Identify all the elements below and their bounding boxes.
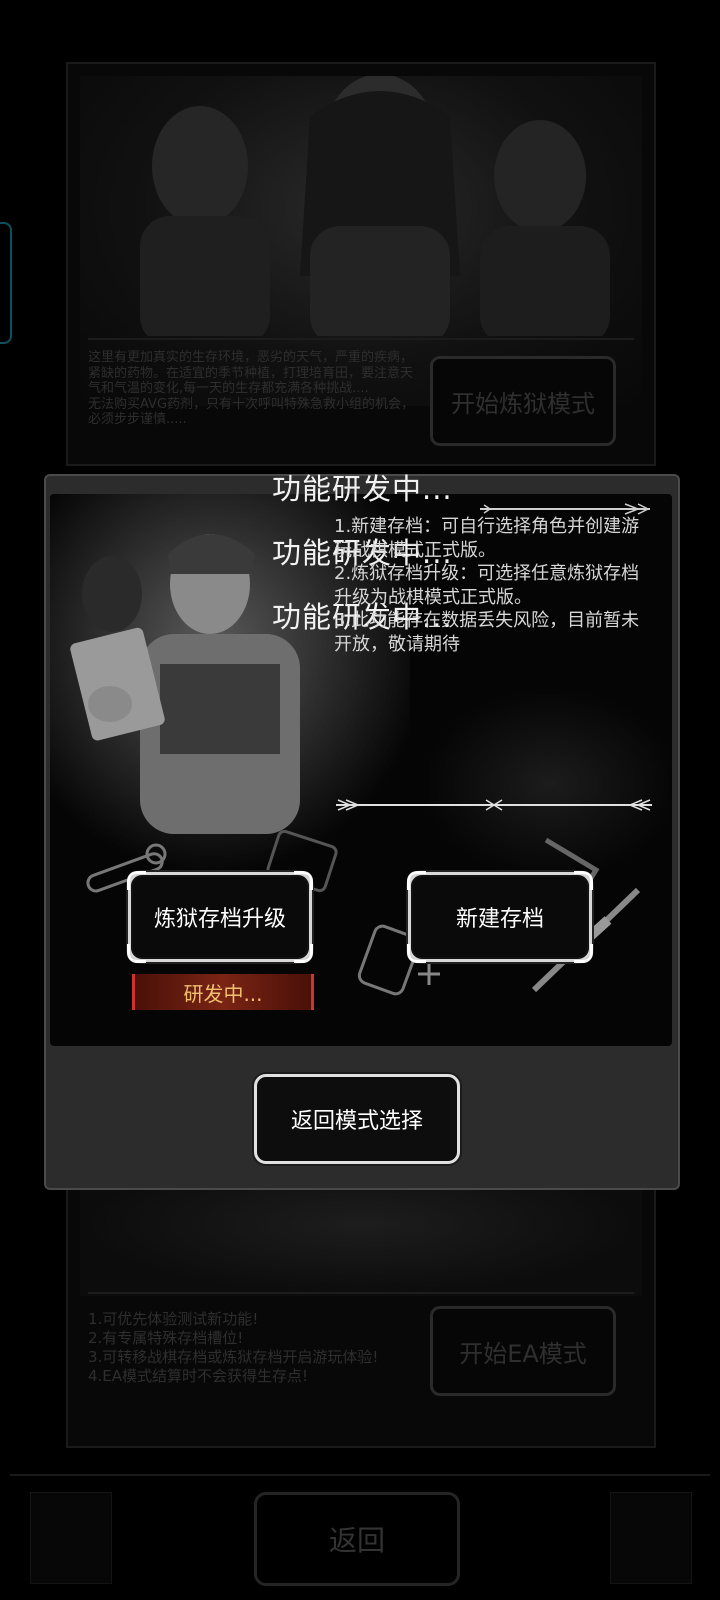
ea-features-list: 1.可优先体验测试新功能! 2.有专属特殊存档槽位! 3.可转移战棋存档或炼狱存… (88, 1310, 418, 1386)
ornament-divider (336, 799, 652, 811)
return-mode-select-button[interactable]: 返回模式选择 (254, 1074, 460, 1164)
hell-save-upgrade-label: 炼狱存档升级 (153, 907, 286, 932)
bottom-left-slot (30, 1492, 112, 1584)
feature-description: 1.新建存档：可自行选择角色并创建游玩战棋模式正式版。 2.炼狱存档升级：可选择… (334, 516, 640, 655)
dev-toast: 功能研发中... (272, 472, 453, 506)
hell-mode-description: 这里有更加真实的生存环境，恶劣的天气，严重的疾病，紧缺的药物。在适宜的季节种植，… (88, 350, 415, 427)
ea-feature: 1.可优先体验测试新功能! (88, 1310, 259, 1328)
bottom-right-slot (610, 1492, 692, 1584)
hell-mode-card: 这里有更加真实的生存环境，恶劣的天气，严重的疾病，紧缺的药物。在适宜的季节种植，… (66, 62, 656, 466)
start-ea-mode-button[interactable]: 开始EA模式 (430, 1306, 616, 1396)
corner-decoration (294, 871, 313, 890)
corner-decoration (574, 871, 593, 890)
side-tab[interactable] (0, 222, 12, 344)
bottom-divider (10, 1474, 710, 1476)
corner-decoration (407, 944, 426, 963)
ea-feature: 2.有专属特殊存档槽位! (88, 1329, 244, 1347)
corner-decoration (127, 871, 146, 890)
start-hell-mode-button[interactable]: 开始炼狱模式 (430, 356, 616, 446)
new-save-button[interactable]: 新建存档 (407, 871, 593, 963)
divider (88, 338, 634, 340)
corner-decoration (127, 944, 146, 963)
corner-decoration (407, 871, 426, 890)
back-button[interactable]: 返回 (254, 1492, 460, 1586)
in-development-badge: 研发中... (132, 974, 314, 1010)
ea-feature: 3.可转移战棋存档或炼狱存档开启游玩体验! (88, 1348, 379, 1366)
ea-mode-card: 1.可优先体验测试新功能! 2.有专属特殊存档槽位! 3.可转移战棋存档或炼狱存… (66, 1162, 656, 1448)
ea-mode-art (80, 1176, 642, 1296)
divider (88, 1292, 634, 1294)
new-save-label: 新建存档 (455, 907, 544, 932)
ea-feature: 4.EA模式结算时不会获得生存点! (88, 1367, 309, 1385)
survivors-illustration (140, 74, 610, 346)
hell-save-upgrade-button[interactable]: 炼狱存档升级 (127, 871, 313, 963)
ornament-divider (480, 503, 650, 515)
